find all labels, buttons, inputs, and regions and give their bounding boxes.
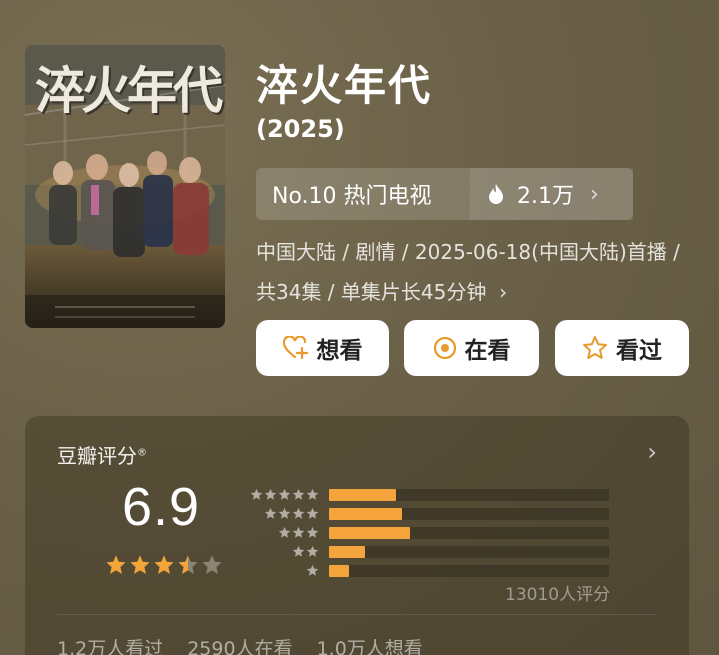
- rating-bar-stars: [247, 507, 319, 520]
- rating-score: 6.9: [122, 477, 201, 537]
- rank-pill[interactable]: No.10 热门电视 2.1万 ›: [256, 168, 633, 220]
- star-icon: [583, 336, 607, 359]
- rating-bar-fill: [329, 564, 349, 577]
- meta-info[interactable]: 中国大陆 / 剧情 / 2025-06-18(中国大陆)首播 / 共34集 / …: [256, 232, 696, 312]
- rating-bar-fill: [329, 545, 365, 558]
- star-small-icon: [278, 488, 291, 500]
- chevron-right-icon: ›: [492, 280, 508, 304]
- card-divider: [57, 614, 657, 615]
- watching-button[interactable]: 在看: [404, 320, 539, 376]
- hot-value: 2.1万: [517, 184, 574, 209]
- star-small-icon: [306, 526, 319, 538]
- target-icon: [433, 336, 456, 360]
- chevron-right-icon[interactable]: ›: [647, 438, 657, 466]
- star-small-icon: [306, 507, 319, 519]
- star-half-icon: [178, 555, 198, 574]
- flame-icon: [489, 184, 503, 204]
- stat-watching: 2590人在看: [187, 638, 293, 655]
- stat-watched: 1.2万人看过: [57, 638, 164, 655]
- star-small-icon: [306, 564, 319, 576]
- star-small-icon: [278, 507, 291, 519]
- release-year: (2025): [256, 115, 345, 143]
- rating-bar-row-1: [247, 561, 609, 580]
- star-small-icon: [250, 488, 263, 500]
- rating-bar-fill: [329, 488, 396, 501]
- star-small-icon: [306, 545, 319, 557]
- star-small-icon: [306, 488, 319, 500]
- stat-want: 1.0万人想看: [316, 638, 423, 655]
- rating-card[interactable]: 豆瓣评分® › 6.9 13010人评分 1.2万人看过 2590人在看 1.0…: [25, 416, 689, 655]
- star-small-icon: [292, 507, 305, 519]
- rating-count: 13010人评分: [505, 585, 611, 605]
- star-full-icon: [106, 555, 126, 574]
- meta-text: 中国大陆 / 剧情 / 2025-06-18(中国大陆)首播 / 共34集 / …: [256, 240, 680, 304]
- rating-distribution: [247, 485, 609, 580]
- star-small-icon: [292, 526, 305, 538]
- watched-button[interactable]: 看过: [555, 320, 689, 376]
- star-small-icon: [292, 488, 305, 500]
- poster-title-art: 淬火年代: [35, 62, 223, 120]
- rating-bar-row-3: [247, 523, 609, 542]
- star-full-icon: [154, 555, 174, 574]
- rating-bar-stars: [247, 488, 319, 501]
- rating-title: 豆瓣评分®: [57, 444, 147, 468]
- rating-bar-row-5: [247, 485, 609, 504]
- rating-bar-track: [329, 564, 609, 577]
- page-title: 淬火年代: [256, 61, 433, 110]
- star-small-icon: [292, 545, 305, 557]
- star-small-icon: [278, 526, 291, 538]
- watching-label: 在看: [464, 338, 511, 364]
- star-small-icon: [264, 507, 277, 519]
- rating-bar-row-2: [247, 542, 609, 561]
- want-label: 想看: [316, 338, 363, 364]
- rating-bar-stars: [247, 564, 319, 577]
- rating-bar-track: [329, 526, 609, 539]
- rating-bar-stars: [247, 526, 319, 539]
- rating-bar-track: [329, 488, 609, 501]
- rating-bar-fill: [329, 507, 402, 520]
- rating-bar-track: [329, 545, 609, 558]
- star-small-icon: [264, 488, 277, 500]
- star-empty-icon: [202, 555, 222, 574]
- poster-image[interactable]: 淬火年代: [25, 45, 225, 328]
- rating-bar-stars: [247, 545, 319, 558]
- rating-bar-row-4: [247, 504, 609, 523]
- chevron-right-icon: ›: [590, 181, 599, 207]
- rating-bar-fill: [329, 526, 410, 539]
- star-full-icon: [130, 555, 150, 574]
- want-button[interactable]: 想看: [256, 320, 389, 376]
- rank-label: No.10 热门电视: [272, 184, 432, 209]
- stats-row: 1.2万人看过 2590人在看 1.0万人想看: [57, 634, 423, 655]
- watched-label: 看过: [616, 338, 662, 364]
- rating-bar-track: [329, 507, 609, 520]
- heart-plus-icon: [282, 336, 308, 360]
- rating-stars: [105, 554, 223, 576]
- hot-count[interactable]: 2.1万 ›: [471, 168, 633, 220]
